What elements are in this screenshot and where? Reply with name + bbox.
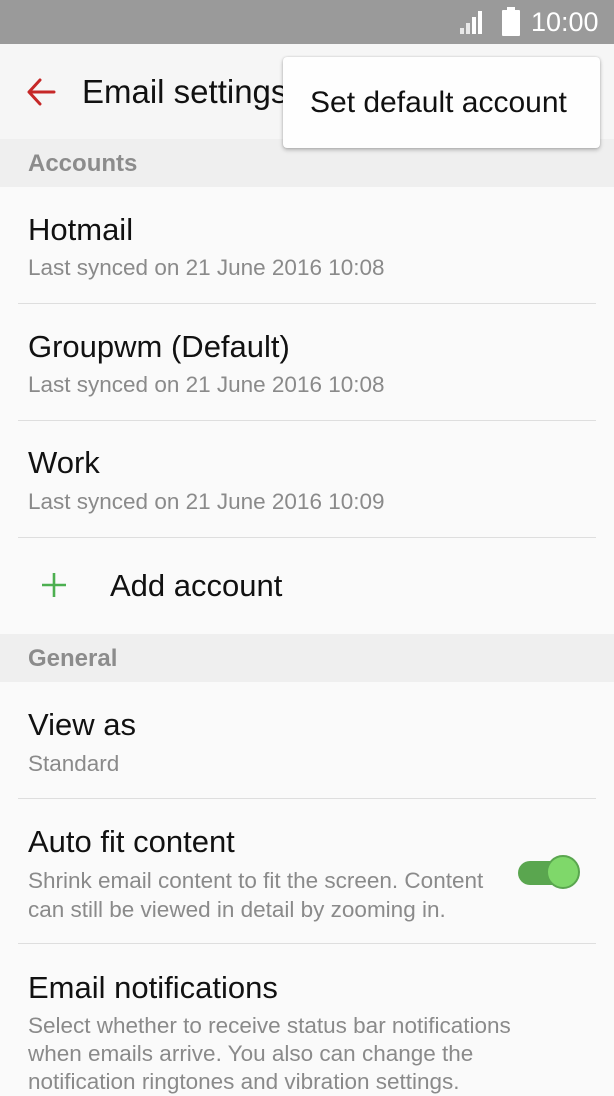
setting-description: can still be viewed in detail by zooming… — [28, 897, 446, 922]
back-arrow-icon[interactable] — [26, 78, 56, 106]
setting-description: Shrink email content to fit the screen. … — [28, 868, 484, 893]
toggle-thumb — [546, 855, 580, 889]
page-title: Email settings — [82, 73, 288, 110]
account-sync-status: Last synced on 21 June 2016 10:08 — [28, 255, 385, 280]
section-header-label: General — [28, 645, 118, 672]
setting-title: Email notifications — [28, 970, 278, 1005]
overflow-menu: Set default account — [283, 57, 600, 148]
add-account-button[interactable]: Add account — [0, 538, 614, 634]
menu-item-set-default-account[interactable]: Set default account — [310, 85, 567, 121]
account-sync-status: Last synced on 21 June 2016 10:09 — [28, 489, 385, 514]
section-header-label: Accounts — [28, 150, 138, 177]
add-account-label: Add account — [110, 568, 283, 603]
signal-icon — [460, 11, 482, 34]
setting-value: Standard — [28, 751, 120, 776]
setting-title: Auto fit content — [28, 824, 235, 859]
status-bar: 10:00 — [0, 0, 614, 44]
setting-view-as[interactable]: View as Standard — [0, 682, 614, 798]
account-row-work[interactable]: Work Last synced on 21 June 2016 10:09 — [0, 421, 614, 537]
account-sync-status: Last synced on 21 June 2016 10:08 — [28, 372, 385, 397]
auto-fit-toggle[interactable] — [518, 854, 584, 894]
plus-icon — [42, 573, 66, 597]
account-name: Work — [28, 445, 100, 480]
account-row-hotmail[interactable]: Hotmail Last synced on 21 June 2016 10:0… — [0, 187, 614, 303]
setting-email-notifications[interactable]: Email notifications Select whether to re… — [0, 944, 614, 1094]
account-name: Hotmail — [28, 212, 134, 247]
section-header-general: General — [0, 634, 614, 682]
battery-icon — [502, 7, 520, 36]
account-row-groupwm[interactable]: Groupwm (Default) Last synced on 21 June… — [0, 304, 614, 420]
setting-description: Select whether to receive status bar not… — [28, 1013, 511, 1038]
status-time: 10:00 — [531, 7, 599, 37]
account-name: Groupwm (Default) — [28, 329, 290, 364]
setting-title: View as — [28, 707, 136, 742]
setting-description: when emails arrive. You also can change … — [28, 1041, 474, 1066]
